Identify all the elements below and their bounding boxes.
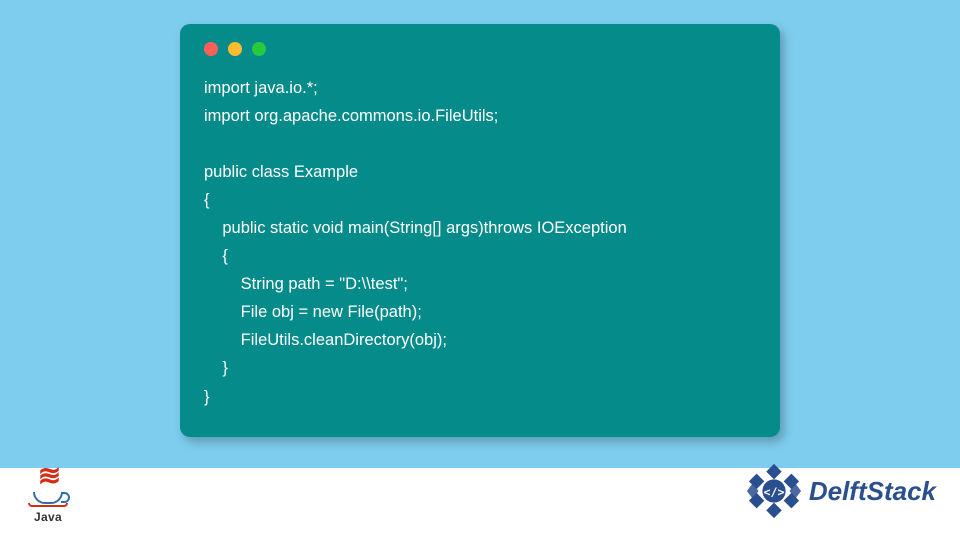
close-icon[interactable] — [204, 42, 218, 56]
code-line: } — [204, 388, 210, 406]
code-line: { — [204, 191, 210, 209]
delftstack-text: DelftStack — [809, 476, 936, 507]
maximize-icon[interactable] — [252, 42, 266, 56]
svg-text:</>: </> — [763, 485, 784, 499]
code-block: import java.io.*; import org.apache.comm… — [204, 74, 756, 411]
code-line: public class Example — [204, 163, 358, 181]
code-line: String path = "D:\\test"; — [204, 275, 408, 293]
java-steam-icon: ≋ — [38, 462, 58, 490]
code-line: } — [204, 359, 228, 377]
window-controls — [204, 42, 756, 56]
code-line: { — [204, 247, 228, 265]
code-line: public static void main(String[] args)th… — [204, 219, 627, 237]
code-window: import java.io.*; import org.apache.comm… — [180, 24, 780, 437]
minimize-icon[interactable] — [228, 42, 242, 56]
delftstack-icon: </> — [745, 462, 803, 520]
java-logo-text: Java — [34, 510, 62, 524]
code-line: File obj = new File(path); — [204, 303, 422, 321]
code-line: FileUtils.cleanDirectory(obj); — [204, 331, 447, 349]
delftstack-logo: </> DelftStack — [745, 462, 936, 520]
code-line: import org.apache.commons.io.FileUtils; — [204, 107, 498, 125]
java-logo: ≋ Java — [28, 462, 68, 524]
code-line: import java.io.*; — [204, 79, 318, 97]
